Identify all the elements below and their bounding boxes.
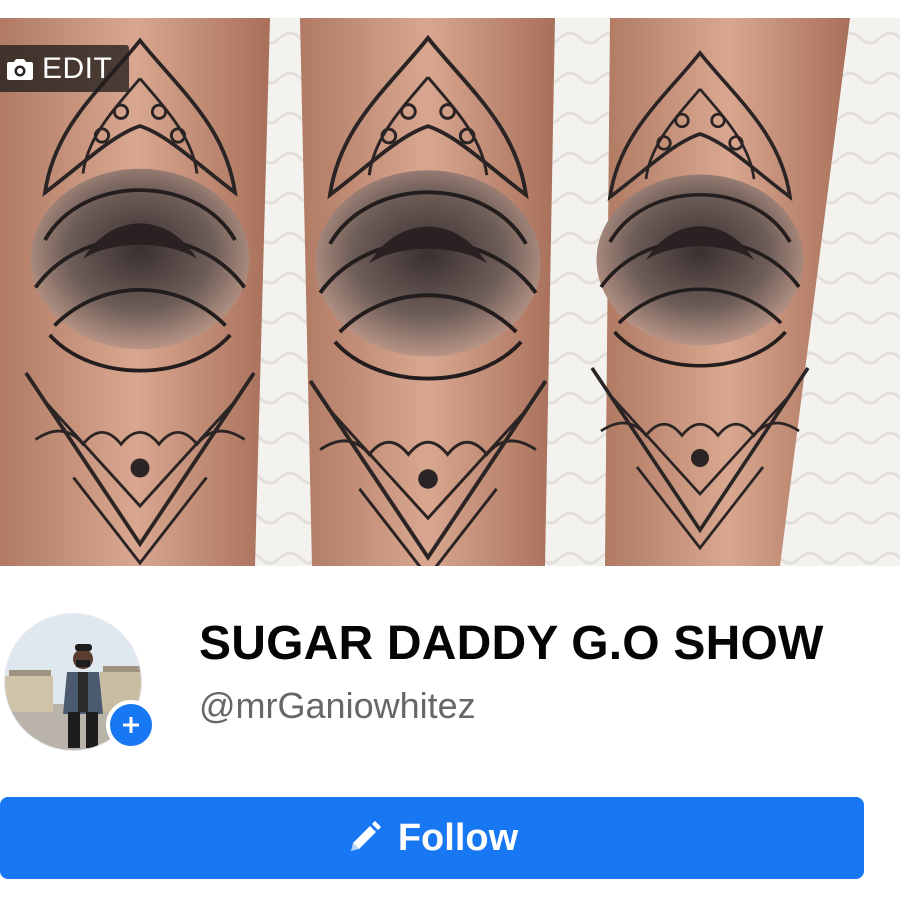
add-profile-photo-button[interactable] <box>106 700 156 750</box>
follow-button[interactable]: Follow <box>0 797 864 879</box>
profile-avatar-group <box>5 614 156 750</box>
cover-photo[interactable] <box>0 18 900 566</box>
cover-photo-image <box>0 18 900 566</box>
follow-label: Follow <box>397 816 519 859</box>
edit-cover-button[interactable]: EDIT <box>0 45 129 92</box>
page-username: @mrGaniowhitez <box>199 685 476 726</box>
pencil-icon <box>350 821 381 851</box>
camera-icon <box>7 58 33 80</box>
page-profile-screen: EDIT SUGAR DADDY G.O SHOW @mrGaniowhitez… <box>0 0 900 900</box>
plus-icon <box>123 717 139 733</box>
edit-cover-label: EDIT <box>42 51 113 85</box>
page-title: SUGAR DADDY G.O SHOW <box>199 617 824 670</box>
